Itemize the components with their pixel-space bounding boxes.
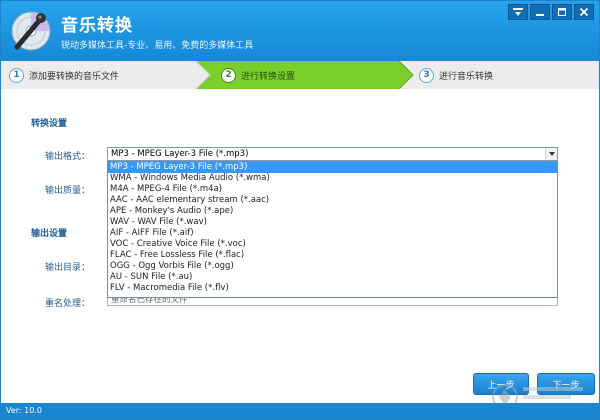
app-subtitle: 锐动多媒体工具-专业、易用、免费的多媒体工具 (61, 41, 254, 51)
format-option[interactable]: APE - Monkey's Audio (*.ape) (108, 206, 557, 217)
minimize-icon (536, 14, 544, 16)
format-option[interactable]: AAC - AAC elementary stream (*.aac) (108, 195, 557, 206)
format-option[interactable]: M4A - MPEG-4 File (*.m4a) (108, 184, 557, 195)
conversion-settings-title: 转换设置 (31, 119, 68, 129)
menu-icon (513, 8, 523, 16)
step-1-number: 1 (9, 67, 24, 83)
output-format-value: MP3 - MPEG Layer-3 File (*.mp3) (111, 149, 249, 159)
window-controls (508, 4, 594, 20)
rename-handling-select[interactable]: 重命名已存在的文件 (107, 297, 558, 306)
title-bar: 音乐转换 锐动多媒体工具-专业、易用、免费的多媒体工具 (1, 1, 599, 61)
step-3-label: 进行音乐转换 (439, 71, 494, 82)
format-option[interactable]: VOC - Creative Voice File (*.voc) (108, 239, 557, 250)
output-directory-label: 输出目录： (45, 263, 91, 273)
format-option[interactable]: WMA - Windows Media Audio (*.wma) (108, 173, 557, 184)
step-1-label: 添加要转换的音乐文件 (29, 71, 120, 82)
menu-button[interactable] (508, 4, 528, 20)
app-title: 音乐转换 (61, 16, 133, 36)
step-bar: 1 添加要转换的音乐文件 2 进行转换设置 3 进行音乐转换 (1, 61, 599, 89)
format-option[interactable]: MP3 - MPEG Layer-3 File (*.mp3) (108, 162, 557, 173)
output-settings-title: 输出设置 (31, 229, 68, 239)
format-option[interactable]: AIF - AIFF File (*.aif) (108, 228, 557, 239)
format-option[interactable]: WAV - WAV File (*.wav) (108, 217, 557, 228)
rename-handling-value: 重命名已存在的文件 (111, 297, 188, 305)
output-format-select[interactable]: MP3 - MPEG Layer-3 File (*.mp3) (107, 147, 558, 161)
format-dropdown-list: MP3 - MPEG Layer-3 File (*.mp3) WMA - Wi… (107, 161, 558, 298)
step-1: 1 添加要转换的音乐文件 (9, 61, 119, 89)
close-button[interactable] (574, 4, 594, 20)
step-2-number: 2 (221, 67, 236, 83)
output-format-label: 输出格式： (45, 152, 91, 162)
format-option[interactable]: FLV - Macromedia File (*.flv) (108, 283, 557, 294)
minimize-button[interactable] (530, 4, 550, 20)
chevron-down-icon (548, 152, 555, 156)
step-3: 3 进行音乐转换 (419, 61, 493, 89)
output-quality-label: 输出质量： (45, 186, 91, 196)
format-option[interactable]: FLAC - Free Lossless File (*.flac) (108, 250, 557, 261)
maximize-button[interactable] (552, 4, 572, 20)
step-3-number: 3 (419, 67, 434, 83)
rename-handling-label: 重名处理： (45, 299, 91, 309)
music-disc-logo-icon (11, 11, 51, 51)
step-2-label: 进行转换设置 (241, 71, 296, 82)
dropdown-arrow-button[interactable] (545, 148, 557, 160)
status-bar: Ver: 10.0 (1, 403, 599, 419)
maximize-icon (558, 8, 566, 16)
format-option[interactable]: AU - SUN File (*.au) (108, 272, 557, 283)
step-2: 2 进行转换设置 (221, 61, 295, 89)
app-window: 音乐转换 锐动多媒体工具-专业、易用、免费的多媒体工具 1 添加要转换的音乐文件… (0, 0, 600, 420)
format-option[interactable]: OGG - Ogg Vorbis File (*.ogg) (108, 261, 557, 272)
version-text: Ver: 10.0 (6, 406, 42, 415)
close-icon (579, 8, 589, 16)
